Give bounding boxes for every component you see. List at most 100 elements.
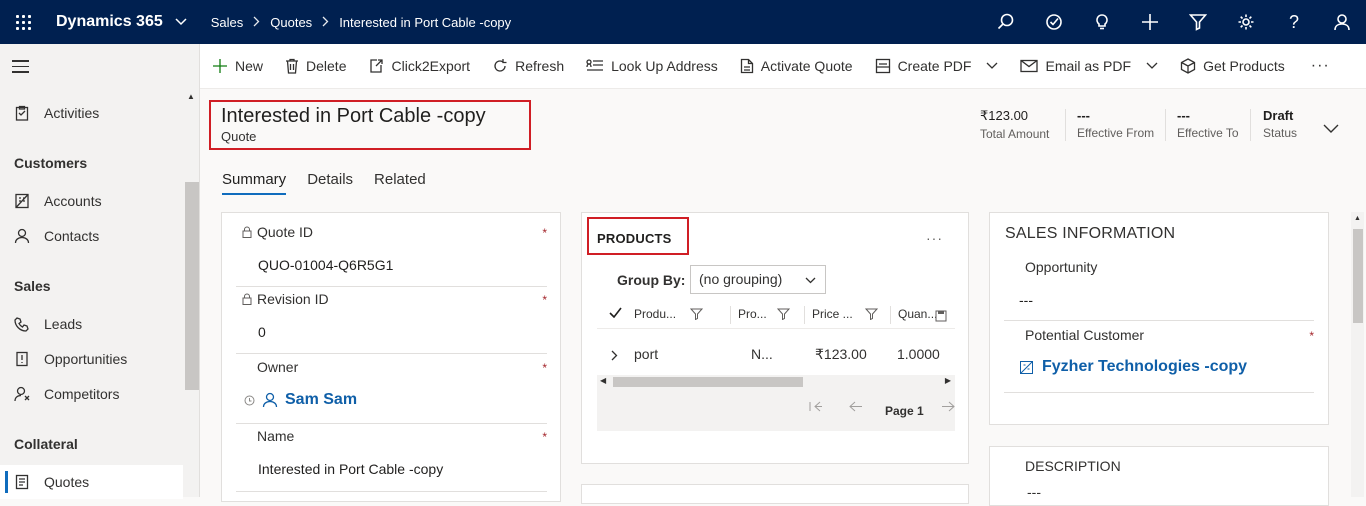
description-label: DESCRIPTION (1025, 458, 1121, 474)
sidebar-item-label: Quotes (44, 474, 90, 490)
help-icon[interactable]: ? (1270, 0, 1318, 44)
more-commands-button[interactable]: ··· (1311, 57, 1330, 75)
column-header-quantity[interactable]: Quan... (898, 307, 937, 321)
task-icon[interactable] (1030, 0, 1078, 44)
sidebar-item-accounts[interactable]: Accounts (0, 184, 183, 218)
required-marker: * (542, 293, 547, 307)
product-cell: port (634, 346, 659, 362)
sidebar-scrollbar-thumb[interactable] (185, 182, 199, 390)
header-expand-chevron-icon[interactable] (1323, 121, 1339, 139)
products-pager: Page 1 (597, 389, 955, 431)
column-header-product[interactable]: Produ... (634, 307, 704, 321)
get-products-button[interactable]: Get Products (1180, 58, 1285, 74)
breadcrumb-sales[interactable]: Sales (211, 15, 244, 30)
description-value[interactable]: --- (1027, 484, 1041, 500)
header-field-status: Draft Status (1263, 108, 1297, 140)
next-page-icon[interactable] (942, 401, 955, 415)
form-vertical-scrollbar[interactable]: ▲ (1351, 212, 1364, 497)
expand-row-chevron-icon[interactable] (611, 348, 618, 364)
column-header-label: Pro... (738, 307, 767, 321)
export-icon (370, 59, 384, 73)
user-icon[interactable] (1318, 0, 1366, 44)
sidebar-scroll-up-icon[interactable]: ▲ (187, 92, 195, 101)
scroll-left-icon[interactable]: ◀ (600, 376, 606, 385)
quote-id-value[interactable]: QUO-01004-Q6R5G1 (236, 257, 547, 273)
sidebar-item-competitors[interactable]: Competitors (0, 377, 183, 411)
scrollbar-thumb[interactable] (613, 377, 803, 387)
tab-related[interactable]: Related (374, 171, 426, 195)
breadcrumb-separator-icon (322, 15, 329, 30)
table-row[interactable]: port N... ₹123.00 1.0000 (597, 337, 955, 373)
new-label: New (235, 58, 264, 74)
column-header-price[interactable]: Price ... (812, 307, 878, 321)
filter-icon (776, 308, 790, 320)
delete-button[interactable]: Delete (285, 58, 346, 74)
pdf-icon (875, 58, 890, 74)
quote-id-label: Quote ID (257, 224, 314, 240)
revision-id-value[interactable]: 0 (236, 324, 547, 340)
chevron-down-icon[interactable] (986, 62, 998, 70)
sales-information-title: SALES INFORMATION (1005, 225, 1176, 242)
owner-link[interactable]: Sam Sam (285, 391, 357, 409)
lightbulb-icon[interactable] (1078, 0, 1126, 44)
app-name[interactable]: Dynamics 365 (56, 13, 163, 31)
sidebar-item-label: Contacts (44, 228, 100, 244)
header-field-total-amount: ₹123.00 Total Amount (980, 108, 1049, 141)
competitor-icon (0, 386, 44, 402)
presence-icon (244, 395, 255, 405)
sidebar-item-label: Competitors (44, 386, 120, 402)
gear-icon[interactable] (1222, 0, 1270, 44)
new-button[interactable]: New (212, 58, 263, 74)
create-pdf-label: Create PDF (897, 58, 972, 74)
app-launcher-button[interactable] (0, 0, 46, 44)
app-switcher-chevron-icon[interactable] (175, 18, 187, 26)
header-field-value: ₹123.00 (980, 108, 1029, 123)
quantity-cell: 1.0000 (897, 346, 940, 362)
sidebar-item-activities[interactable]: Activities (0, 96, 183, 130)
search-icon[interactable] (982, 0, 1030, 44)
opportunity-value[interactable]: --- (1004, 292, 1314, 308)
products-more-button[interactable]: ··· (926, 230, 943, 246)
select-all-checkbox[interactable] (609, 307, 622, 318)
tab-details[interactable]: Details (307, 171, 353, 195)
name-input[interactable]: Interested in Port Cable -copy (236, 461, 547, 477)
scroll-up-icon[interactable]: ▲ (1354, 215, 1361, 222)
record-header: Interested in Port Cable -copy Quote ₹12… (200, 89, 1366, 213)
chevron-down-icon[interactable] (1146, 62, 1158, 70)
header-field-value: Draft (1263, 108, 1294, 123)
group-by-label: Group By: (617, 272, 686, 288)
user-icon (262, 392, 278, 408)
sitemap-sidebar: ▲ Activities Customers Accounts Contacts… (0, 44, 200, 499)
header-field-effective-from: --- Effective From (1077, 108, 1154, 140)
activate-quote-button[interactable]: Activate Quote (740, 58, 853, 74)
filter-icon[interactable] (1174, 0, 1222, 44)
email-as-pdf-button[interactable]: Email as PDF (1020, 58, 1158, 74)
refresh-button[interactable]: Refresh (492, 58, 564, 74)
column-header-property[interactable]: Pro... (738, 307, 790, 321)
potential-customer-link[interactable]: Fyzher Technologies -copy (1042, 358, 1247, 376)
save-icon[interactable] (935, 310, 947, 322)
create-pdf-button[interactable]: Create PDF (875, 58, 999, 74)
look-up-address-button[interactable]: Look Up Address (586, 58, 718, 74)
previous-page-icon[interactable] (849, 401, 862, 415)
sidebar-item-leads[interactable]: Leads (0, 307, 183, 341)
sidebar-item-contacts[interactable]: Contacts (0, 219, 183, 253)
name-label: Name (257, 428, 295, 444)
plus-icon[interactable] (1126, 0, 1174, 44)
look-up-address-label: Look Up Address (611, 58, 718, 74)
tab-summary[interactable]: Summary (222, 171, 287, 195)
required-marker: * (542, 226, 547, 240)
first-page-icon[interactable] (809, 401, 822, 415)
building-icon (0, 193, 44, 209)
sidebar-item-quotes[interactable]: Quotes (0, 465, 183, 499)
scrollbar-thumb[interactable] (1353, 229, 1363, 323)
sidebar-header-customers: Customers (14, 155, 88, 171)
breadcrumb-quotes[interactable]: Quotes (270, 15, 312, 30)
group-by-select[interactable]: (no grouping) (690, 265, 826, 294)
hamburger-menu-icon[interactable] (12, 60, 29, 77)
click2export-button[interactable]: Click2Export (368, 58, 470, 74)
document-icon (740, 58, 753, 74)
sidebar-item-opportunities[interactable]: Opportunities (0, 342, 183, 376)
products-horizontal-scrollbar[interactable]: ◀ ▶ (597, 375, 955, 389)
scroll-right-icon[interactable]: ▶ (945, 376, 951, 385)
